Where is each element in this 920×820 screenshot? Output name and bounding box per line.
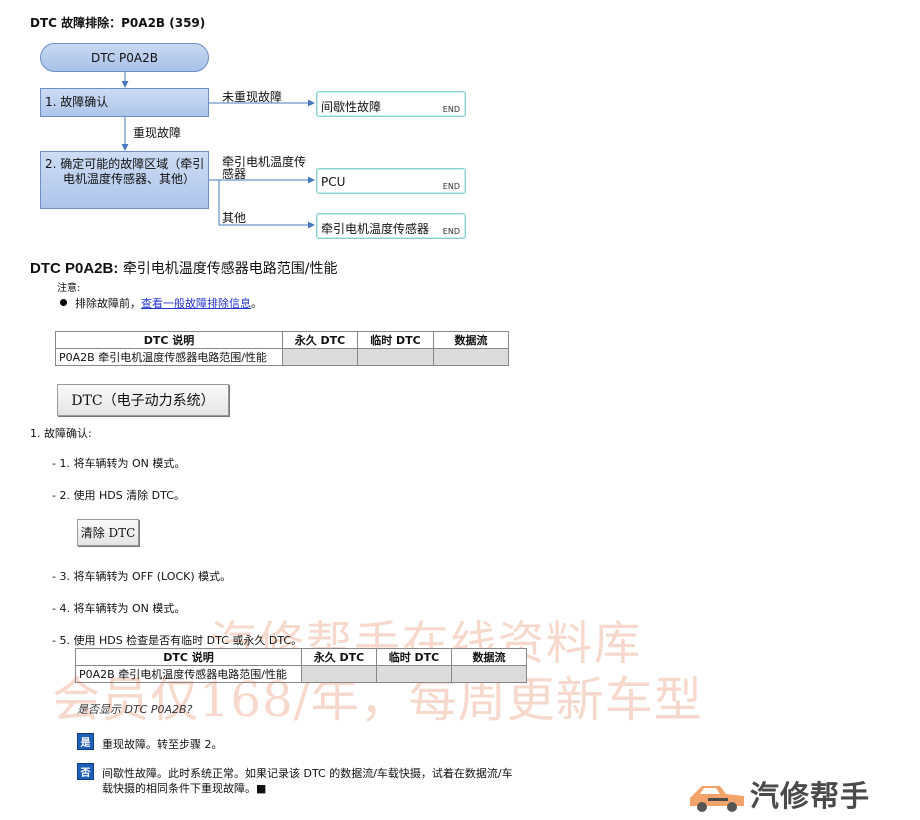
flow-end-sensor-label: 牵引电机温度传感器 [321,222,430,236]
car-icon [690,786,744,812]
flow-end-sensor: 牵引电机温度传感器 END [316,213,466,239]
flow-label-sensor-2: 感器 [222,167,247,181]
end-tag: END [442,227,460,236]
table-header: 永久 DTC [301,648,377,666]
dtc-system-button[interactable]: DTC（电子动力系统） [57,384,229,416]
logo-text: 汽修帮手 [750,779,871,813]
table-header: 数据流 [451,648,527,666]
table-row: P0A2B 牵引电机温度传感器电路范围/性能 [75,665,527,683]
table-header: 永久 DTC [282,331,358,349]
table-cell-temporary [376,665,452,683]
end-tag: END [442,182,460,191]
table-cell-description: P0A2B 牵引电机温度传感器电路范围/性能 [75,665,302,683]
no-text: 间歇性故障。此时系统正常。如果记录该 DTC 的数据流/车载快摄，试着在数据流/… [102,766,562,796]
no-text-line-1: 间歇性故障。此时系统正常。如果记录该 DTC 的数据流/车载快摄，试着在数据流/… [102,767,513,780]
troubleshooting-info-link[interactable]: 查看一般故障排除信息 [141,297,251,310]
flow-step-2-line-1: 2. 确定可能的故障区域（牵引 [45,157,205,171]
substep-4: - 4. 将车辆转为 ON 模式。 [52,602,186,615]
table-header: 临时 DTC [376,648,452,666]
flow-label-other: 其他 [222,211,247,225]
flow-label-not-reproduced: 未重现故障 [222,90,283,104]
bullet-suffix: 。 [251,297,262,310]
flow-label-reproduced: 重现故障 [133,126,182,140]
section-title: DTC P0A2B: 牵引电机温度传感器电路范围/性能 [30,258,338,278]
substep-2: - 2. 使用 HDS 清除 DTC。 [52,489,185,502]
table-cell-datastream [433,348,509,366]
dtc-table: DTC 说明 永久 DTC 临时 DTC 数据流 P0A2B 牵引电机温度传感器… [55,331,509,366]
flow-end-intermittent-label: 间歇性故障 [321,100,382,114]
flow-end-pcu-label: PCU [321,175,346,189]
flow-start-node: DTC P0A2B [40,43,209,72]
no-text-line-2: 载快摄的相同条件下重现故障。■ [102,782,267,795]
table-cell-datastream [451,665,527,683]
bullet-icon [60,299,67,306]
note-label: 注意: [57,283,81,294]
bullet-prefix: 排除故障前， [75,297,141,310]
table-cell-temporary [357,348,434,366]
flow-end-intermittent: 间歇性故障 END [316,91,466,117]
table-header: DTC 说明 [75,648,302,666]
clear-dtc-button[interactable]: 清除 DTC [77,519,139,546]
flow-step-2: 2. 确定可能的故障区域（牵引 电机温度传感器、其他） [40,151,209,209]
table-cell-permanent [301,665,377,683]
section-code: DTC P0A2B: [30,260,119,277]
section-name: 牵引电机温度传感器电路范围/性能 [122,261,338,277]
brand-logo: 汽修帮手 [686,773,870,815]
table-header: 临时 DTC [357,331,434,349]
table-row: P0A2B 牵引电机温度传感器电路范围/性能 [55,348,509,366]
table-cell-permanent [282,348,358,366]
end-tag: END [442,105,460,114]
flow-end-pcu: PCU END [316,168,466,194]
flow-step-1: 1. 故障确认 [40,88,209,117]
substep-5: - 5. 使用 HDS 检查是否有临时 DTC 或永久 DTC。 [52,634,303,647]
yes-text: 重现故障。转至步骤 2。 [102,738,223,751]
table-header: 数据流 [433,331,509,349]
dtc-table-2: DTC 说明 永久 DTC 临时 DTC 数据流 P0A2B 牵引电机温度传感器… [75,648,527,683]
table-cell-description: P0A2B 牵引电机温度传感器电路范围/性能 [55,348,283,366]
flow-step-2-line-2: 电机温度传感器、其他） [63,172,196,186]
question-text: 是否显示 DTC P0A2B? [77,703,193,716]
table-header: DTC 说明 [55,331,283,349]
yes-icon: 是 [77,733,94,750]
step-1-title: 1. 故障确认: [30,427,92,440]
note-bullet: 排除故障前，查看一般故障排除信息。 [60,295,262,311]
substep-3: - 3. 将车辆转为 OFF (LOCK) 模式。 [52,570,232,583]
substep-1: - 1. 将车辆转为 ON 模式。 [52,457,186,470]
no-icon: 否 [77,763,94,780]
